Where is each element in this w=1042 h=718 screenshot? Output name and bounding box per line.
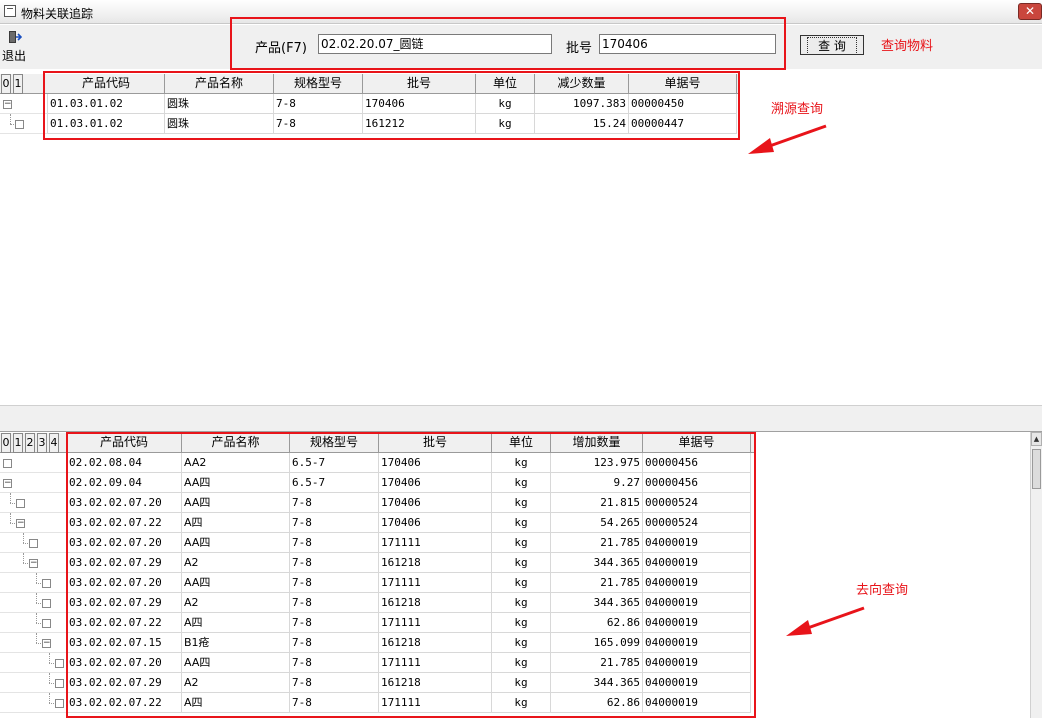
collapse-node-icon[interactable]: − <box>3 479 12 488</box>
level-button-3[interactable]: 3 <box>37 433 47 453</box>
vertical-scrollbar[interactable]: ▲ <box>1030 432 1042 718</box>
tree-connector-vertical <box>23 553 24 563</box>
tree-connector-vertical <box>36 593 37 603</box>
tree-connector-vertical <box>36 613 37 623</box>
level-button-0[interactable]: 0 <box>1 74 11 94</box>
annotation-trace-source: 溯源查询 <box>771 102 824 117</box>
level-button-1[interactable]: 1 <box>13 74 23 94</box>
level-button-2[interactable]: 2 <box>25 433 35 453</box>
tree-connector-vertical <box>36 633 37 643</box>
annotation-trace-destination: 去向查询 <box>856 583 909 598</box>
source-highlight-box <box>43 71 740 140</box>
search-button-label: 查 询 <box>807 37 857 55</box>
tree-connector-vertical <box>10 513 11 523</box>
exit-button[interactable]: 退出 <box>2 30 30 64</box>
collapse-node-icon[interactable]: − <box>29 559 38 568</box>
window-icon <box>4 5 16 17</box>
exit-door-icon <box>9 31 22 43</box>
tree-cell <box>0 114 48 134</box>
product-input[interactable]: 02.02.20.07_圆链 <box>318 34 552 54</box>
close-button[interactable]: ✕ <box>1018 3 1042 20</box>
collapse-node-icon[interactable]: − <box>16 519 25 528</box>
leaf-node-icon <box>15 120 24 129</box>
level-button-4[interactable]: 4 <box>49 433 59 453</box>
tree-connector-vertical <box>36 573 37 583</box>
tree-cell <box>0 573 67 593</box>
tree-connector-vertical <box>49 673 50 683</box>
product-label: 产品(F7) <box>255 41 307 56</box>
scroll-up-button[interactable]: ▲ <box>1031 432 1042 446</box>
annotation-query-material: 查询物料 <box>881 39 934 54</box>
tree-connector-vertical <box>23 533 24 543</box>
exit-label: 退出 <box>2 49 27 63</box>
tree-connector-vertical <box>49 693 50 703</box>
search-button[interactable]: 查 询 <box>800 35 864 55</box>
tree-cell <box>0 613 67 633</box>
level-button-0[interactable]: 0 <box>1 433 11 453</box>
batch-label: 批号 <box>566 41 593 56</box>
collapse-node-icon[interactable]: − <box>42 639 51 648</box>
window-title: 物料关联追踪 <box>21 7 94 21</box>
leaf-node-icon <box>3 459 12 468</box>
tree-connector-vertical <box>49 653 50 663</box>
leaf-node-icon <box>29 539 38 548</box>
leaf-node-icon <box>42 619 51 628</box>
leaf-node-icon <box>42 579 51 588</box>
tree-cell <box>0 633 67 653</box>
leaf-node-icon <box>55 659 64 668</box>
collapse-node-icon[interactable]: − <box>3 100 12 109</box>
destination-highlight-box <box>66 432 756 718</box>
arrow-source-icon <box>748 124 827 154</box>
batch-input[interactable]: 170406 <box>599 34 776 54</box>
leaf-node-icon <box>55 699 64 708</box>
level-button-1[interactable]: 1 <box>13 433 23 453</box>
pane-divider[interactable] <box>0 405 1042 432</box>
tree-connector-vertical <box>10 114 11 124</box>
tree-cell <box>0 593 67 613</box>
tree-connector-vertical <box>10 493 11 503</box>
scroll-thumb[interactable] <box>1032 449 1041 489</box>
arrow-destination-icon <box>786 606 865 636</box>
leaf-node-icon <box>16 499 25 508</box>
leaf-node-icon <box>42 599 51 608</box>
leaf-node-icon <box>55 679 64 688</box>
